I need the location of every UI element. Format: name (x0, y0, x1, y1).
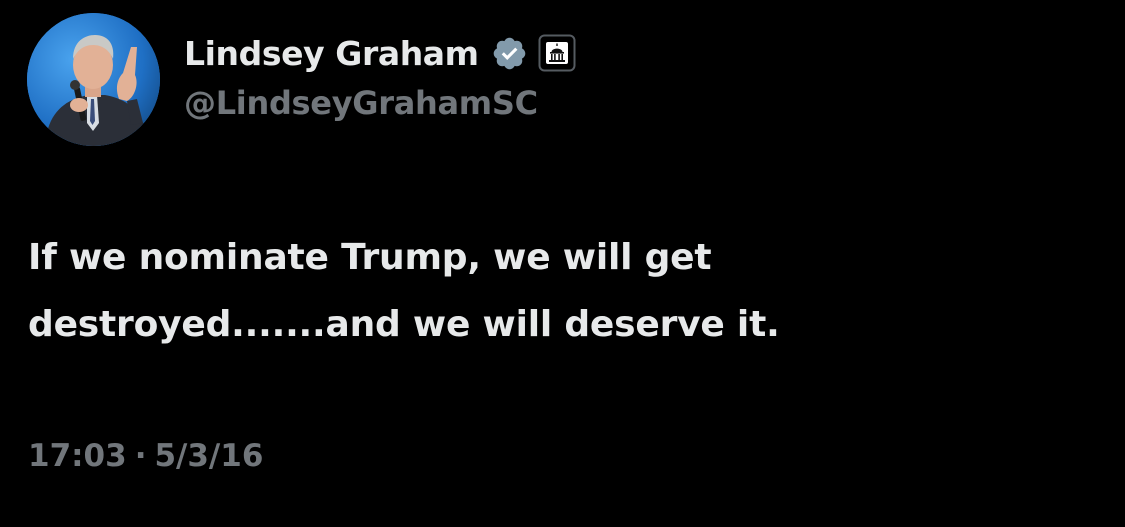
tweet-text: If we nominate Trump, we will get destro… (28, 224, 1088, 358)
tweet-date: 5/3/16 (154, 438, 264, 474)
verified-badge-icon[interactable] (491, 35, 528, 72)
meta-separator: · (134, 438, 147, 474)
tweet-text-line: destroyed.......and we will deserve it. (28, 304, 780, 345)
author-name-row: Lindsey Graham (184, 28, 576, 78)
tweet-timestamp[interactable]: 17:03 · 5/3/16 (28, 438, 263, 474)
author-handle[interactable]: @LindseyGrahamSC (184, 84, 538, 122)
tweet-card: Lindsey Graham @LindseyGrahamSC If we no… (0, 0, 1125, 527)
tweet-time: 17:03 (28, 438, 127, 474)
government-building-icon[interactable] (538, 34, 576, 72)
avatar-photo (27, 13, 160, 146)
avatar[interactable] (27, 13, 160, 146)
author-display-name[interactable]: Lindsey Graham (184, 34, 479, 73)
tweet-text-line: If we nominate Trump, we will get (28, 237, 712, 278)
